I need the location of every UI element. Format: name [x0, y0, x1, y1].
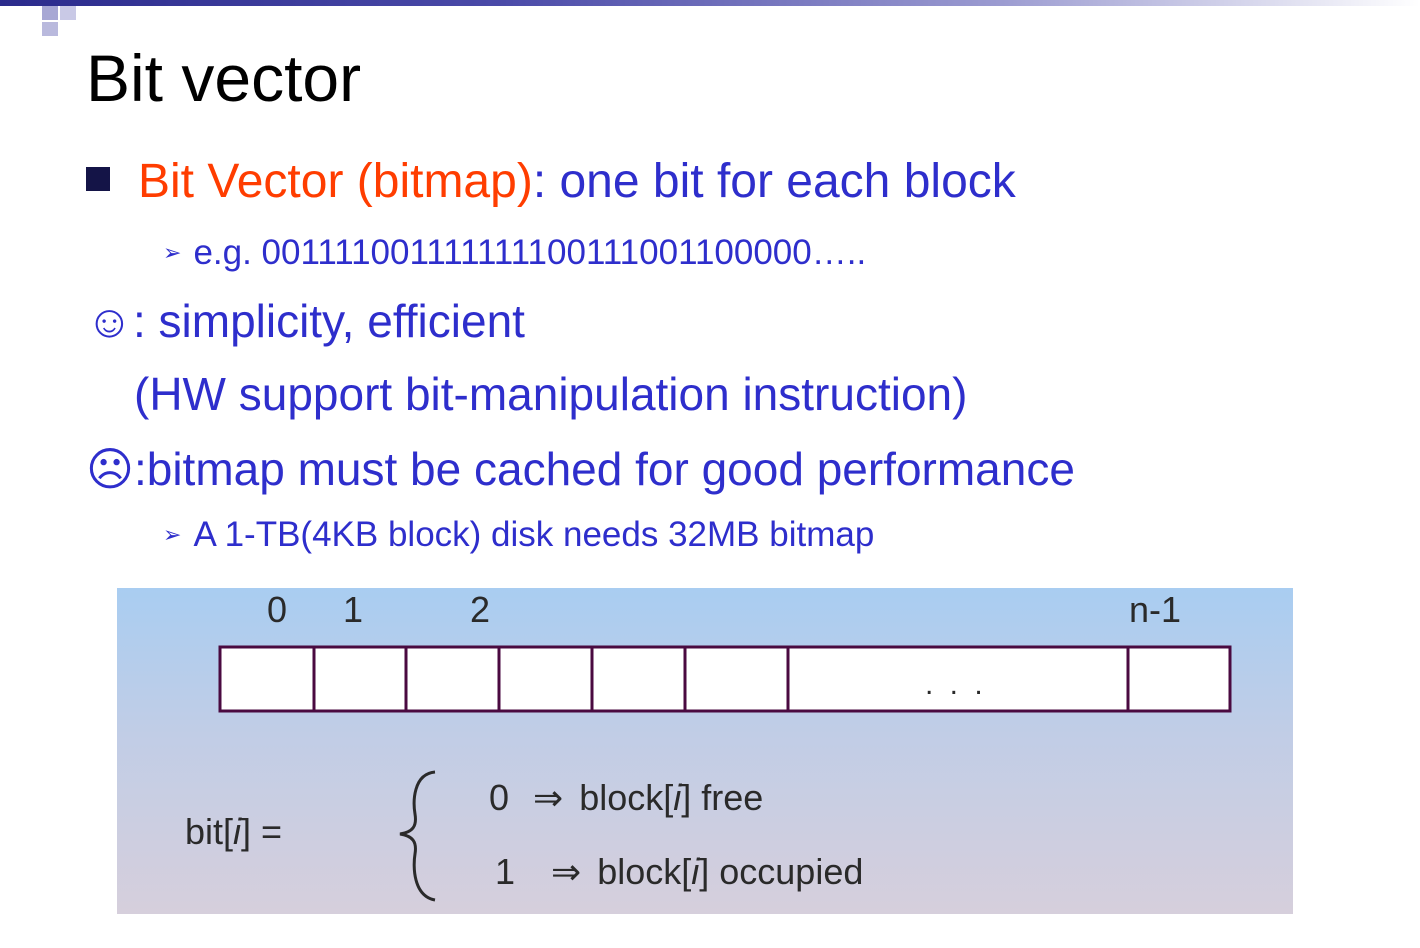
corner-decoration: [42, 6, 58, 20]
pro-line: ☺: simplicity, efficient: [86, 292, 525, 350]
con-text: :bitmap must be cached for good performa…: [133, 443, 1075, 495]
corner-decoration: [42, 22, 58, 36]
smiley-icon: ☺: [86, 295, 133, 347]
term-highlight: Bit Vector (bitmap): [138, 155, 533, 208]
slide-title: Bit vector: [86, 41, 362, 115]
bit-vector-diagram: 0 1 2 n-1 . . . bit[i] = 0 ⇒ block[i] free…: [185, 589, 1232, 902]
index-label: 0: [267, 589, 287, 630]
bullet-text: : one bit for each block: [532, 155, 1016, 208]
frowny-icon: ☹: [86, 443, 134, 495]
arrowhead-bullet-icon: ➢: [163, 240, 182, 265]
left-brace: [399, 770, 436, 902]
corner-decoration: [60, 6, 76, 20]
index-label: n-1: [1129, 589, 1181, 630]
slide-top-bar: [0, 0, 1420, 6]
bullet-bit-vector: Bit Vector (bitmap): one bit for each bl…: [86, 152, 1016, 212]
sub-bullet-example: ➢ e.g. 001111001111111100111001100000…..: [163, 230, 866, 276]
case-zero: 0 ⇒ block[i] free: [489, 777, 763, 818]
arrowhead-bullet-icon: ➢: [163, 522, 182, 547]
pro-text: : simplicity, efficient: [132, 295, 525, 347]
bit-array: [218, 645, 1232, 713]
con-line: ☹:bitmap must be cached for good perform…: [86, 440, 1075, 498]
pro-detail: (HW support bit-manipulation instruction…: [134, 368, 968, 420]
index-label: 1: [343, 589, 363, 630]
equation-lhs: bit[i] =: [185, 811, 282, 852]
disk-text: A 1-TB(4KB block) disk needs 32MB bitmap: [193, 515, 875, 554]
example-text: e.g. 001111001111111100111001100000…..: [193, 233, 867, 272]
ellipsis: . . .: [925, 668, 987, 701]
square-bullet-icon: [86, 167, 110, 191]
bit-vector-figure: 0 1 2 n-1 . . . bit[i] = 0 ⇒ block[i] free…: [117, 588, 1293, 914]
case-one: 1 ⇒ block[i] occupied: [495, 851, 863, 892]
index-label: 2: [470, 589, 490, 630]
sub-bullet-disk: ➢ A 1-TB(4KB block) disk needs 32MB bitma…: [163, 512, 874, 558]
